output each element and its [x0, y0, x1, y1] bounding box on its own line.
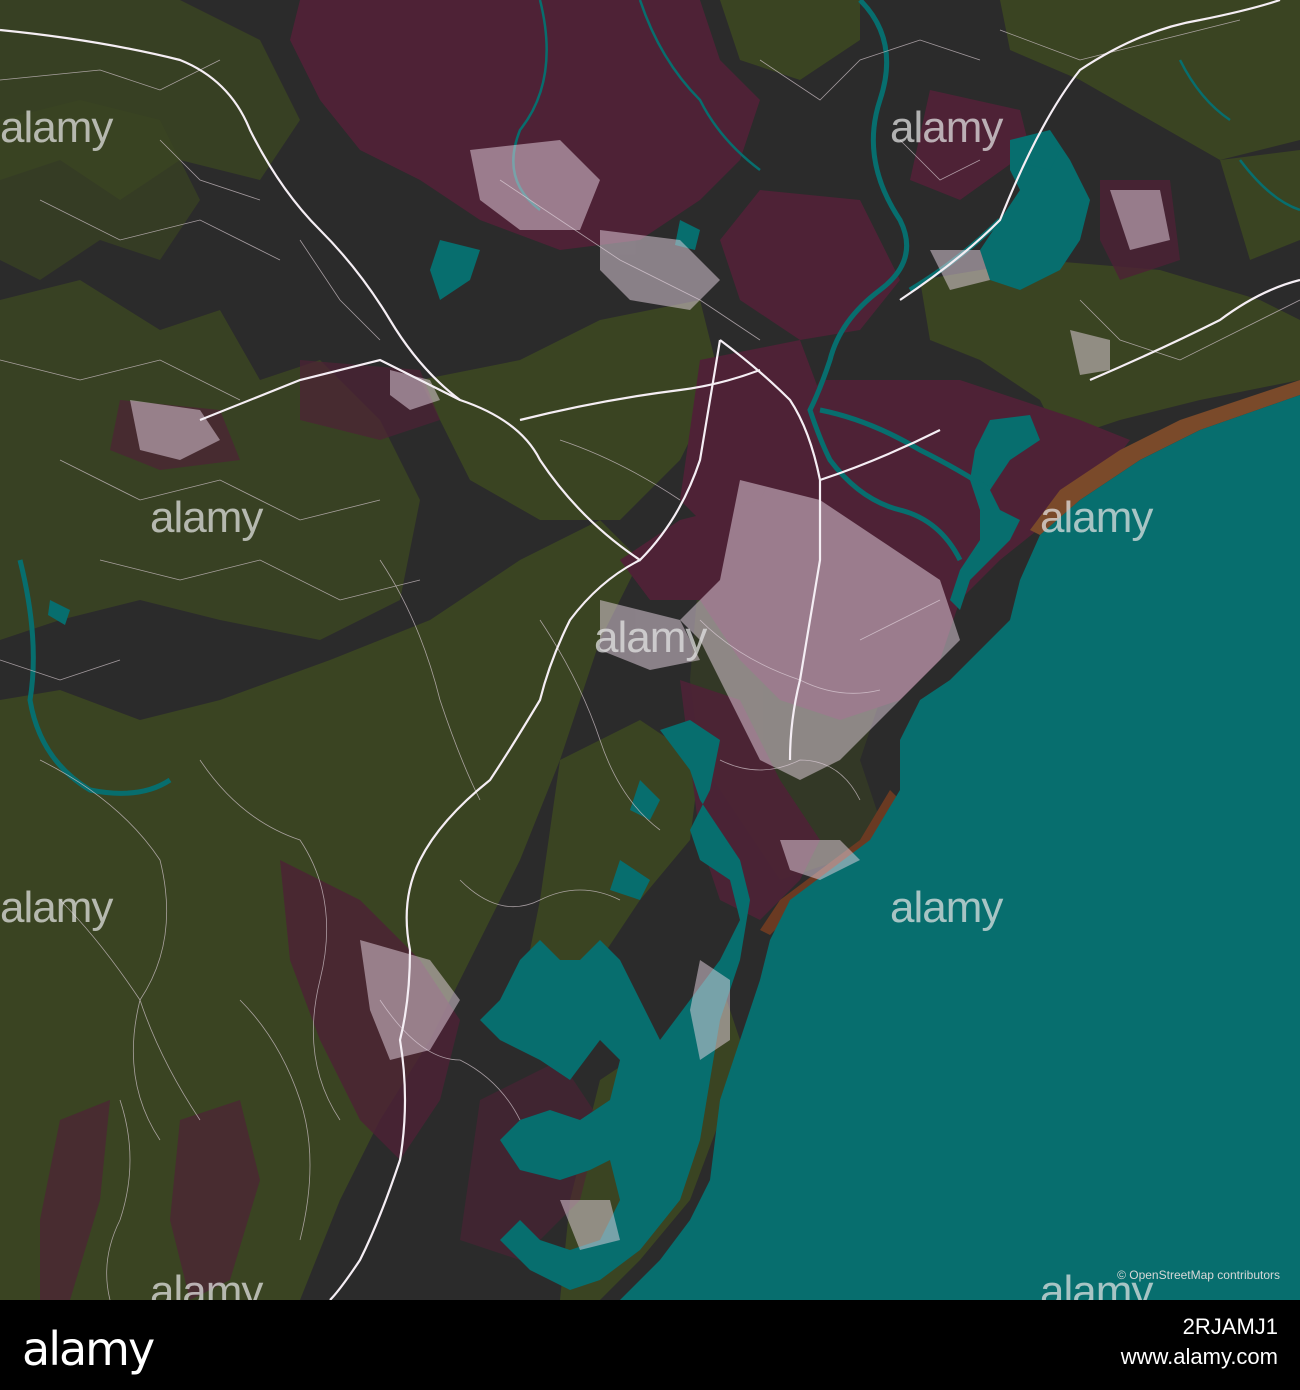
image-id: 2RJAMJ1 [1182, 1314, 1278, 1339]
site-url: www.alamy.com [1120, 1344, 1278, 1369]
map-canvas: alamy alamy alamy alamy alamy alamy alam… [0, 0, 1300, 1300]
map-attribution: © OpenStreetMap contributors [1117, 1268, 1280, 1282]
map-graphic [0, 0, 1300, 1300]
stock-footer: alamy 2RJAMJ1 www.alamy.com [0, 1300, 1300, 1390]
footer-logo: alamy [22, 1322, 155, 1376]
